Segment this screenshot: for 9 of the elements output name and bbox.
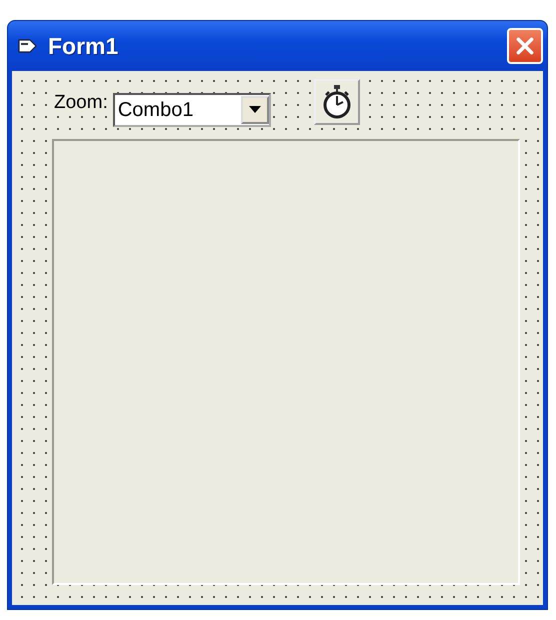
dropdown-button[interactable] — [240, 96, 269, 124]
combo-box[interactable]: Combo1 — [112, 93, 271, 127]
timer-control[interactable] — [314, 79, 360, 125]
close-icon — [514, 35, 536, 57]
window-title: Form1 — [48, 32, 120, 60]
stopwatch-icon — [322, 85, 352, 119]
close-button[interactable] — [507, 28, 543, 64]
caret-icon — [248, 106, 261, 114]
form-icon — [18, 38, 38, 54]
